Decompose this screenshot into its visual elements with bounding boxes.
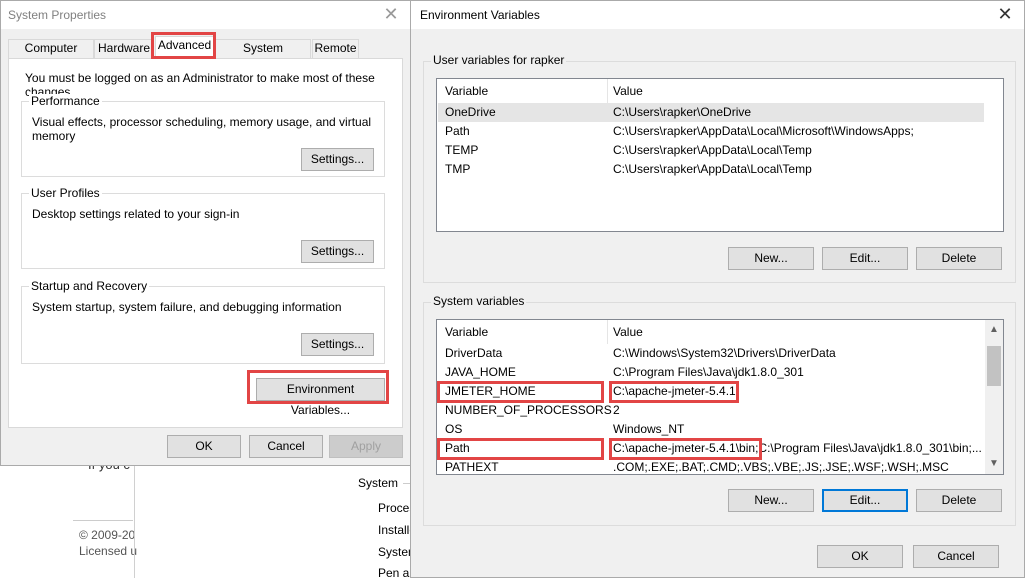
system-new-button[interactable]: New... (728, 489, 814, 512)
table-row[interactable]: PATHEXT .COM;.EXE;.BAT;.CMD;.VBS;.VBE;.J… (438, 458, 984, 474)
environment-variables-button[interactable]: Environment Variables... (256, 378, 385, 417)
environment-variables-window: Environment Variables ✕ User variables f… (410, 0, 1025, 578)
var-value: C:\Users\rapker\AppData\Local\Temp (613, 143, 812, 157)
system-list-scrollbar[interactable]: ▲ ▼ (985, 320, 1003, 474)
user-edit-button[interactable]: Edit... (822, 247, 908, 270)
column-header-value[interactable]: Value (613, 84, 643, 98)
var-name: OneDrive (445, 105, 496, 119)
background-system-label: System (358, 476, 399, 490)
var-value: C:\Users\rapker\AppData\Local\Microsoft\… (613, 124, 914, 138)
var-value: C:\apache-jmeter-5.4.1\bin;C:\Program Fi… (613, 441, 982, 455)
background-divider (73, 520, 133, 521)
apply-button[interactable]: Apply (329, 435, 403, 458)
tab-remote[interactable]: Remote (312, 39, 359, 58)
system-properties-titlebar: System Properties ✕ (1, 1, 410, 29)
var-name: Path (445, 441, 470, 455)
var-value: 2 (613, 403, 620, 417)
scroll-down-icon[interactable]: ▼ (985, 454, 1003, 474)
table-row[interactable]: Path C:\apache-jmeter-5.4.1\bin;C:\Progr… (438, 439, 984, 458)
performance-label: Performance (29, 94, 102, 108)
tab-system-protection[interactable]: System Protection (215, 39, 311, 72)
var-name: OS (445, 422, 463, 436)
user-new-button[interactable]: New... (728, 247, 814, 270)
performance-desc: Visual effects, processor scheduling, me… (32, 115, 372, 143)
column-header-variable[interactable]: Variable (445, 84, 488, 98)
env-cancel-button[interactable]: Cancel (913, 545, 999, 568)
scroll-thumb[interactable] (987, 346, 1001, 386)
var-name: TEMP (445, 143, 479, 157)
table-row[interactable]: JMETER_HOME C:\apache-jmeter-5.4.1 (438, 382, 984, 401)
table-row[interactable]: JAVA_HOME C:\Program Files\Java\jdk1.8.0… (438, 363, 984, 382)
system-properties-window: System Properties ✕ Computer Name Hardwa… (0, 0, 411, 466)
env-ok-button[interactable]: OK (817, 545, 903, 568)
var-value: C:\Program Files\Java\jdk1.8.0_301 (613, 365, 804, 379)
close-icon[interactable]: ✕ (994, 3, 1016, 25)
var-name: PATHEXT (445, 460, 499, 474)
var-value: C:\apache-jmeter-5.4.1 (613, 384, 736, 398)
var-value: C:\Users\rapker\AppData\Local\Temp (613, 162, 812, 176)
table-row[interactable]: OS Windows_NT (438, 420, 984, 439)
table-row[interactable]: NUMBER_OF_PROCESSORS 2 (438, 401, 984, 420)
column-header-value[interactable]: Value (613, 325, 643, 339)
startup-settings-button[interactable]: Settings... (301, 333, 374, 356)
cancel-button[interactable]: Cancel (249, 435, 323, 458)
var-value: .COM;.EXE;.BAT;.CMD;.VBS;.VBE;.JS;.JSE;.… (613, 460, 949, 474)
user-variables-list[interactable]: Variable Value OneDrive C:\Users\rapker\… (436, 78, 1004, 232)
scroll-up-icon[interactable]: ▲ (985, 320, 1003, 340)
var-value: C:\Windows\System32\Drivers\DriverData (613, 346, 836, 360)
advanced-tab-panel: You must be logged on as an Administrato… (8, 58, 403, 428)
startup-recovery-desc: System startup, system failure, and debu… (32, 300, 342, 314)
user-profiles-group: User Profiles Desktop settings related t… (21, 186, 385, 269)
tab-hardware[interactable]: Hardware (94, 39, 154, 58)
background-copyright: © 2009-20 (79, 528, 136, 542)
table-row[interactable]: Path C:\Users\rapker\AppData\Local\Micro… (438, 122, 984, 141)
close-icon[interactable]: ✕ (380, 3, 402, 25)
user-profiles-desc: Desktop settings related to your sign-in (32, 207, 240, 221)
user-delete-button[interactable]: Delete (916, 247, 1002, 270)
column-separator (607, 79, 608, 103)
var-name: DriverData (445, 346, 503, 360)
var-name: NUMBER_OF_PROCESSORS (445, 403, 612, 417)
system-edit-button[interactable]: Edit... (822, 489, 908, 512)
table-row[interactable]: DriverData C:\Windows\System32\Drivers\D… (438, 344, 984, 363)
system-delete-button[interactable]: Delete (916, 489, 1002, 512)
background-licensed: Licensed u (79, 544, 138, 558)
var-name: JMETER_HOME (445, 384, 536, 398)
ok-button[interactable]: OK (167, 435, 241, 458)
column-header-variable[interactable]: Variable (445, 325, 488, 339)
background-vertical-line (134, 466, 135, 578)
table-row[interactable]: TEMP C:\Users\rapker\AppData\Local\Temp (438, 141, 984, 160)
table-row[interactable]: OneDrive C:\Users\rapker\OneDrive (438, 103, 984, 122)
column-separator (607, 320, 608, 344)
var-name: Path (445, 124, 470, 138)
env-titlebar: Environment Variables ✕ (411, 1, 1024, 29)
user-variables-label: User variables for rapker (431, 53, 567, 67)
performance-settings-button[interactable]: Settings... (301, 148, 374, 171)
system-variables-label: System variables (431, 294, 527, 308)
tab-advanced[interactable]: Advanced (155, 36, 214, 59)
performance-group: Performance Visual effects, processor sc… (21, 94, 385, 177)
user-list-header: Variable Value (437, 79, 1003, 103)
system-variables-list[interactable]: Variable Value DriverData C:\Windows\Sys… (436, 319, 1004, 475)
startup-recovery-group: Startup and Recovery System startup, sys… (21, 279, 385, 364)
table-row[interactable]: TMP C:\Users\rapker\AppData\Local\Temp (438, 160, 984, 179)
user-profiles-label: User Profiles (29, 186, 102, 200)
var-name: TMP (445, 162, 471, 176)
var-name: JAVA_HOME (445, 365, 516, 379)
startup-recovery-label: Startup and Recovery (29, 279, 150, 293)
tab-computer-name[interactable]: Computer Name (8, 39, 94, 72)
user-profiles-settings-button[interactable]: Settings... (301, 240, 374, 263)
var-value: C:\Users\rapker\OneDrive (613, 105, 752, 119)
env-title: Environment Variables (420, 8, 540, 22)
var-value: Windows_NT (613, 422, 685, 436)
system-list-header: Variable Value (437, 320, 1003, 344)
system-properties-title: System Properties (8, 8, 107, 22)
